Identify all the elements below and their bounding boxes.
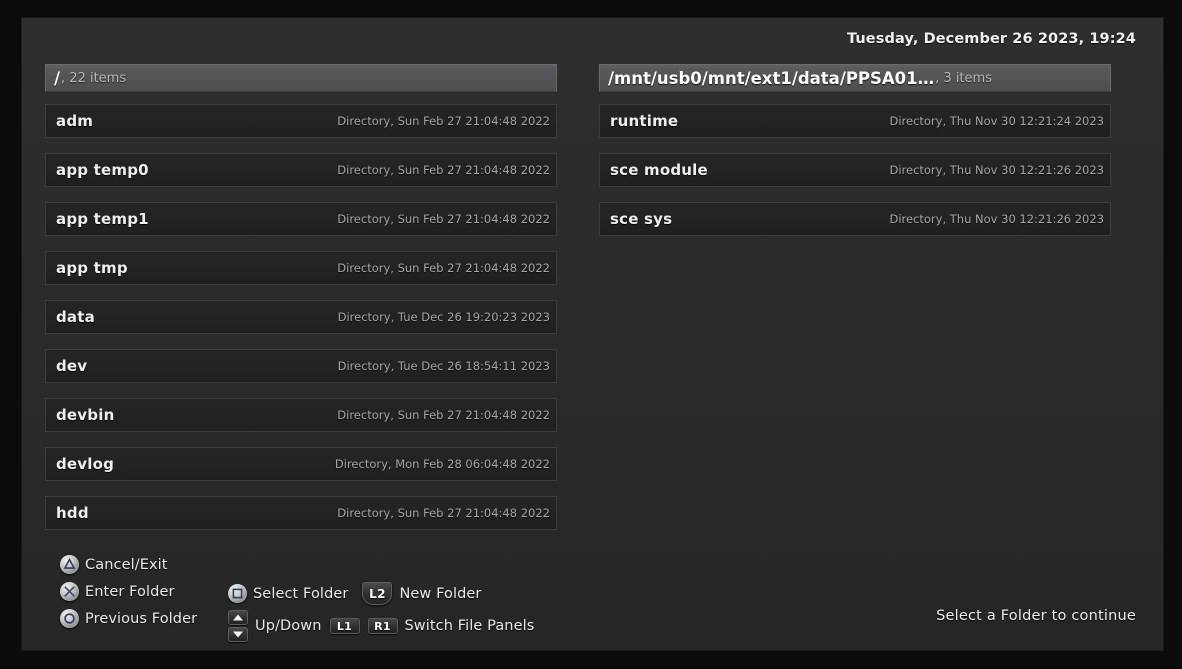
browser-panel: Tuesday, December 26 2023, 19:24 / , 22 … (22, 18, 1163, 650)
file-row-meta: Directory, Tue Dec 26 18:54:11 2023 (338, 359, 550, 373)
file-row-name: dev (56, 357, 87, 375)
file-row[interactable]: runtime Directory, Thu Nov 30 12:21:24 20… (599, 104, 1111, 138)
file-row[interactable]: sce sys Directory, Thu Nov 30 12:21:26 20… (599, 202, 1111, 236)
file-row[interactable]: adm Directory, Sun Feb 27 21:04:48 2022 (45, 104, 557, 138)
file-row-meta: Directory, Sun Feb 27 21:04:48 2022 (337, 261, 550, 275)
file-row-name: data (56, 308, 95, 326)
file-row-name: devbin (56, 406, 114, 424)
r1-button-icon[interactable]: R1 (368, 618, 398, 634)
file-row[interactable]: app tmp Directory, Sun Feb 27 21:04:48 20… (45, 251, 557, 285)
file-row[interactable]: dev Directory, Tue Dec 26 18:54:11 2023 (45, 349, 557, 383)
legend-select-folder-label: Select Folder (253, 586, 348, 602)
legend-previous-folder[interactable]: Previous Folder (60, 605, 197, 632)
right-file-panel[interactable]: /mnt/usb0/mnt/ext1/data/PPSA01… , 3 item… (599, 64, 1111, 556)
status-message: Select a Folder to continue (936, 608, 1136, 624)
legend-column-secondary: Select Folder L2 New Folder Up/Down (228, 582, 534, 642)
file-row-meta: Directory, Sun Feb 27 21:04:48 2022 (337, 212, 550, 226)
file-row[interactable]: hdd Directory, Sun Feb 27 21:04:48 2022 (45, 496, 557, 530)
controller-legend: Cancel/Exit Enter Folder (44, 546, 604, 628)
file-row-name: app tmp (56, 259, 128, 277)
app-screen: Tuesday, December 26 2023, 19:24 / , 22 … (0, 0, 1182, 669)
legend-column-primary: Cancel/Exit Enter Folder (60, 551, 197, 632)
right-panel-path: /mnt/usb0/mnt/ext1/data/PPSA01… (608, 69, 934, 88)
right-panel-item-count: , 3 items (935, 71, 992, 86)
file-row-meta: Directory, Sun Feb 27 21:04:48 2022 (337, 114, 550, 128)
circle-button-icon (60, 609, 79, 628)
file-row-name: adm (56, 112, 93, 130)
file-row-meta: Directory, Thu Nov 30 12:21:26 2023 (889, 163, 1104, 177)
file-row[interactable]: devbin Directory, Sun Feb 27 21:04:48 202… (45, 398, 557, 432)
file-row-meta: Directory, Sun Feb 27 21:04:48 2022 (337, 408, 550, 422)
file-row-meta: Directory, Sun Feb 27 21:04:48 2022 (337, 163, 550, 177)
file-row-name: app temp1 (56, 210, 149, 228)
file-row[interactable]: devlog Directory, Mon Feb 28 06:04:48 202… (45, 447, 557, 481)
legend-updown-row: Up/Down L1 R1 Switch File Panels (228, 610, 534, 642)
left-panel-path: / (54, 69, 60, 88)
file-row-name: sce module (610, 161, 708, 179)
file-row-name: hdd (56, 504, 89, 522)
file-row[interactable]: app temp0 Directory, Sun Feb 27 21:04:48 … (45, 153, 557, 187)
dpad-down-key[interactable] (228, 627, 248, 642)
legend-previous-folder-label: Previous Folder (85, 611, 197, 627)
legend-switch-panels-label: Switch File Panels (405, 618, 535, 634)
file-row-name: devlog (56, 455, 114, 473)
cross-button-icon (60, 582, 79, 601)
legend-updown-label: Up/Down (255, 618, 322, 634)
legend-cancel-exit[interactable]: Cancel/Exit (60, 551, 197, 578)
left-file-panel[interactable]: / , 22 items adm Directory, Sun Feb 27 21… (45, 64, 557, 556)
square-button-icon (228, 584, 247, 603)
file-row-name: runtime (610, 112, 678, 130)
file-row-meta: Directory, Thu Nov 30 12:21:26 2023 (889, 212, 1104, 226)
right-file-list[interactable]: runtime Directory, Thu Nov 30 12:21:24 20… (599, 104, 1111, 556)
file-row-meta: Directory, Thu Nov 30 12:21:24 2023 (889, 114, 1104, 128)
file-row[interactable]: app temp1 Directory, Sun Feb 27 21:04:48 … (45, 202, 557, 236)
legend-enter-folder-label: Enter Folder (85, 584, 175, 600)
file-row[interactable]: data Directory, Tue Dec 26 19:20:23 2023 (45, 300, 557, 334)
file-row-meta: Directory, Tue Dec 26 19:20:23 2023 (338, 310, 550, 324)
file-row-meta: Directory, Sun Feb 27 21:04:48 2022 (337, 506, 550, 520)
file-row-name: app temp0 (56, 161, 149, 179)
legend-enter-folder[interactable]: Enter Folder (60, 578, 197, 605)
triangle-button-icon (60, 555, 79, 574)
clock-label: Tuesday, December 26 2023, 19:24 (847, 31, 1136, 47)
legend-select-row: Select Folder L2 New Folder (228, 582, 534, 605)
l2-button-icon[interactable]: L2 (362, 582, 392, 605)
right-panel-header[interactable]: /mnt/usb0/mnt/ext1/data/PPSA01… , 3 item… (599, 64, 1111, 92)
left-panel-item-count: , 22 items (61, 71, 126, 86)
legend-cancel-exit-label: Cancel/Exit (85, 557, 168, 573)
dpad-updown-icon[interactable] (228, 610, 248, 642)
dpad-up-key[interactable] (228, 610, 248, 625)
left-file-list[interactable]: admDirectory, Sun Feb 27 21:04:48 2022ap… (45, 104, 557, 556)
file-row[interactable]: sce module Directory, Thu Nov 30 12:21:26… (599, 153, 1111, 187)
l1-button-icon[interactable]: L1 (330, 618, 360, 634)
legend-new-folder-label: New Folder (399, 586, 481, 602)
left-panel-header[interactable]: / , 22 items (45, 64, 557, 92)
file-row-name: sce sys (610, 210, 672, 228)
file-row-meta: Directory, Mon Feb 28 06:04:48 2022 (335, 457, 550, 471)
